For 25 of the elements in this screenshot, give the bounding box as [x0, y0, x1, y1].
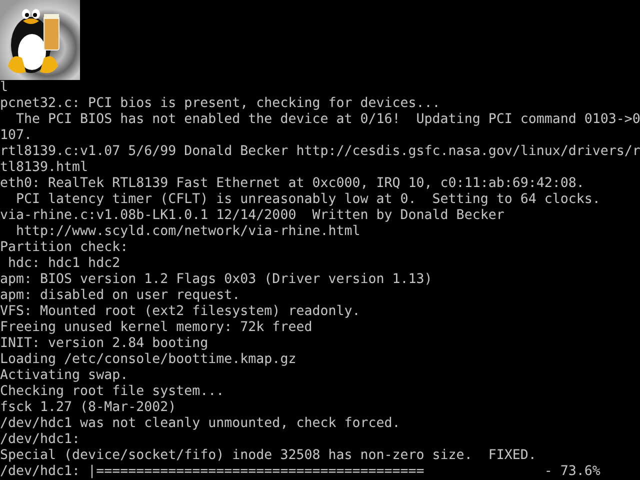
console-line: Special (device/socket/fifo) inode 32508 has non-zero size. FIXED. [0, 448, 536, 464]
console-line: http://www.scyld.com/network/via-rhine.html [15, 224, 360, 240]
console-line: Loading /etc/console/boottime.kmap.gz [0, 352, 296, 368]
console-line: pcnet32.c: PCI bios is present, checking for devices... [0, 96, 440, 112]
console-line: eth0: RealTek RTL8139 Fast Ethernet at 0xc000, IRQ 10, c0:11:ab:69:42:08. [0, 176, 584, 192]
console-line: l [0, 80, 8, 96]
console-line: The PCI BIOS has not enabled the device at 0/16! Updating PCI command 0103->0 [15, 112, 640, 128]
console-line: Activating swap. [0, 368, 128, 384]
console-line: Checking root file system... [0, 384, 224, 400]
console-line: /dev/hdc1: [0, 432, 80, 448]
console-line: fsck 1.27 (8-Mar-2002) [0, 400, 176, 416]
console-line: tl8139.html [0, 160, 88, 176]
console-line: /dev/hdc1: |========================================= - 73.6% [0, 464, 600, 480]
console-line: apm: disabled on user request. [0, 288, 240, 304]
console-line: rtl8139.c:v1.07 5/6/99 Donald Becker http://cesdis.gsfc.nasa.gov/linux/drivers/r [0, 144, 640, 160]
console-line: hdc: hdc1 hdc2 [7, 256, 120, 272]
console-line: Partition check: [0, 240, 128, 256]
console-line: INIT: version 2.84 booting [0, 336, 208, 352]
console-line: VFS: Mounted root (ext2 filesystem) readonly. [0, 304, 360, 320]
console-line: PCI latency timer (CFLT) is unreasonably low at 0. Setting to 64 clocks. [15, 192, 600, 208]
console-line: apm: BIOS version 1.2 Flags 0x03 (Driver version 1.13) [0, 272, 432, 288]
console-line: via-rhine.c:v1.08b-LK1.0.1 12/14/2000 Written by Donald Becker [0, 208, 504, 224]
console-line: /dev/hdc1 was not cleanly unmounted, check forced. [0, 416, 400, 432]
console-line: 107. [0, 128, 32, 144]
console-line: Freeing unused kernel memory: 72k freed [0, 320, 312, 336]
